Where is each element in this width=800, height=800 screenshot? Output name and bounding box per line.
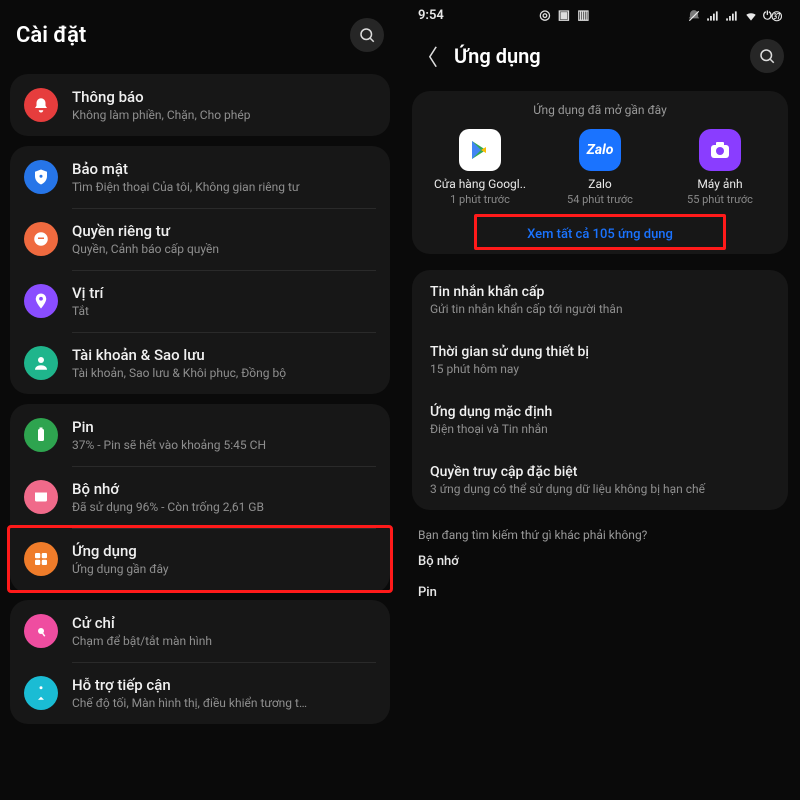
footer-link[interactable]: Bộ nhớ [400,546,800,577]
apps-screen: 9:54 ◎ ▣ ▥ ⏻㊲ 〈 Ứng dụng Ứng dụng đã mở … [400,0,800,800]
row-subtitle: 3 ứng dụng có thể sử dụng dữ liệu không … [430,482,770,496]
row-subtitle: Chế độ tối, Màn hình thị, điều khiển tươ… [72,696,376,710]
app-icon [459,129,501,171]
settings-header: Cài đặt [0,0,400,64]
row-title: Bảo mật [72,160,376,178]
row-title: Bộ nhớ [72,480,376,498]
row-title: Hỗ trợ tiếp cận [72,676,376,694]
recent-label: Ứng dụng đã mở gần đây [420,103,780,117]
touch-icon [24,614,58,648]
highlight-box [474,214,726,250]
shield-icon [24,160,58,194]
settings-row-b-o-m-t[interactable]: Bảo mật Tìm Điện thoại Của tôi, Không gia… [10,146,390,208]
apps-header: 〈 Ứng dụng [400,27,800,83]
settings-row-t-i-kho-n-sao-l-u[interactable]: Tài khoản & Sao lưu Tài khoản, Sao lưu & … [10,332,390,394]
row-subtitle: 15 phút hôm nay [430,362,770,376]
row-subtitle: Ứng dụng gần đây [72,562,376,576]
footer-question: Bạn đang tìm kiếm thứ gì khác phải không… [400,518,800,546]
row-title: Tài khoản & Sao lưu [72,346,376,364]
signal-icon [706,9,720,23]
status-time: 9:54 [418,8,444,23]
recent-app-tile[interactable]: Máy ảnh 55 phút trước [661,129,780,206]
row-subtitle: Đã sử dụng 96% - Còn trống 2,61 GB [72,500,376,514]
row-subtitle: 37% - Pin sẽ hết vào khoảng 5:45 CH [72,438,376,452]
settings-row-h-tr-ti-p-c-n[interactable]: Hỗ trợ tiếp cận Chế độ tối, Màn hình thị,… [10,662,390,724]
status-right-icons: ⏻㊲ [687,9,782,23]
row-title: Quyền truy cập đặc biệt [430,464,770,480]
apps-option-row[interactable]: Thời gian sử dụng thiết bị 15 phút hôm na… [412,330,788,390]
search-button[interactable] [750,39,784,73]
app-time: 54 phút trước [541,193,660,206]
row-title: Tin nhắn khẩn cấp [430,284,770,300]
row-title: Thời gian sử dụng thiết bị [430,344,770,360]
row-subtitle: Quyền, Cảnh báo cấp quyền [72,242,376,256]
settings-row--ng-d-ng[interactable]: Ứng dụng Ứng dụng gần đây [7,525,393,593]
apps-icon [24,542,58,576]
person-icon [24,346,58,380]
storage-icon [24,480,58,514]
page-title: Ứng dụng [454,44,734,68]
dnd-icon [687,9,701,23]
settings-group: Pin 37% - Pin sẽ hết vào khoảng 5:45 CH Bộ… [10,404,390,593]
settings-screen: Cài đặt Thông báo Không làm phiền, Chặn, … [0,0,400,800]
row-title: Quyền riêng tư [72,222,376,240]
status-bar: 9:54 ◎ ▣ ▥ ⏻㊲ [400,0,800,27]
apps-option-row[interactable]: Ứng dụng mặc định Điện thoại và Tin nhắn [412,390,788,450]
app-time: 55 phút trước [661,193,780,206]
row-title: Cử chỉ [72,614,376,632]
row-title: Thông báo [72,88,376,106]
wifi-icon [744,9,758,23]
settings-row-quy-n-ri-ng-t-[interactable]: Quyền riêng tư Quyền, Cảnh báo cấp quyền [10,208,390,270]
hand-icon [24,222,58,256]
row-title: Ứng dụng [72,542,376,560]
row-subtitle: Gửi tin nhắn khẩn cấp tới người thân [430,302,770,316]
row-subtitle: Không làm phiền, Chặn, Cho phép [72,108,376,122]
apps-option-row[interactable]: Tin nhắn khẩn cấp Gửi tin nhắn khẩn cấp t… [412,270,788,330]
bell-icon [24,88,58,122]
apps-option-row[interactable]: Quyền truy cập đặc biệt 3 ứng dụng có thể… [412,450,788,510]
app-icon: Zalo [579,129,621,171]
status-left-icons: ◎ ▣ ▥ [539,8,591,23]
settings-row-c-ch-[interactable]: Cử chỉ Chạm để bật/tắt màn hình [10,600,390,662]
app-icon [699,129,741,171]
app-name: Máy ảnh [661,177,780,191]
row-subtitle: Điện thoại và Tin nhắn [430,422,770,436]
row-subtitle: Tìm Điện thoại Của tôi, Không gian riêng… [72,180,376,194]
settings-row-pin[interactable]: Pin 37% - Pin sẽ hết vào khoảng 5:45 CH [10,404,390,466]
pin-icon [24,284,58,318]
a11y-icon [24,676,58,710]
recent-app-tile[interactable]: Cửa hàng Googl.. 1 phút trước [421,129,540,206]
settings-row-th-ng-b-o[interactable]: Thông báo Không làm phiền, Chặn, Cho phép [10,74,390,136]
row-title: Vị trí [72,284,376,302]
search-button[interactable] [350,18,384,52]
settings-group: Cử chỉ Chạm để bật/tắt màn hình Hỗ trợ tiế… [10,600,390,724]
back-button[interactable]: 〈 [416,40,438,72]
app-name: Cửa hàng Googl.. [421,177,540,191]
settings-row-b-nh-[interactable]: Bộ nhớ Đã sử dụng 96% - Còn trống 2,61 GB [10,466,390,528]
settings-group: Thông báo Không làm phiền, Chặn, Cho phép [10,74,390,136]
settings-row-v-tr-[interactable]: Vị trí Tắt [10,270,390,332]
battery-status: ⏻㊲ [763,9,782,23]
app-name: Zalo [541,177,660,191]
page-title: Cài đặt [16,23,86,48]
row-subtitle: Tắt [72,304,376,318]
app-time: 1 phút trước [421,193,540,206]
row-subtitle: Chạm để bật/tắt màn hình [72,634,376,648]
battery-icon [24,418,58,452]
signal-icon [725,9,739,23]
row-title: Ứng dụng mặc định [430,404,770,420]
footer-link[interactable]: Pin [400,577,800,608]
recent-app-tile[interactable]: Zalo Zalo 54 phút trước [541,129,660,206]
recent-apps-card: Ứng dụng đã mở gần đây Cửa hàng Googl.. 1… [412,91,788,254]
settings-group: Bảo mật Tìm Điện thoại Của tôi, Không gia… [10,146,390,394]
row-subtitle: Tài khoản, Sao lưu & Khôi phục, Đồng bộ [72,366,376,380]
row-title: Pin [72,418,376,436]
